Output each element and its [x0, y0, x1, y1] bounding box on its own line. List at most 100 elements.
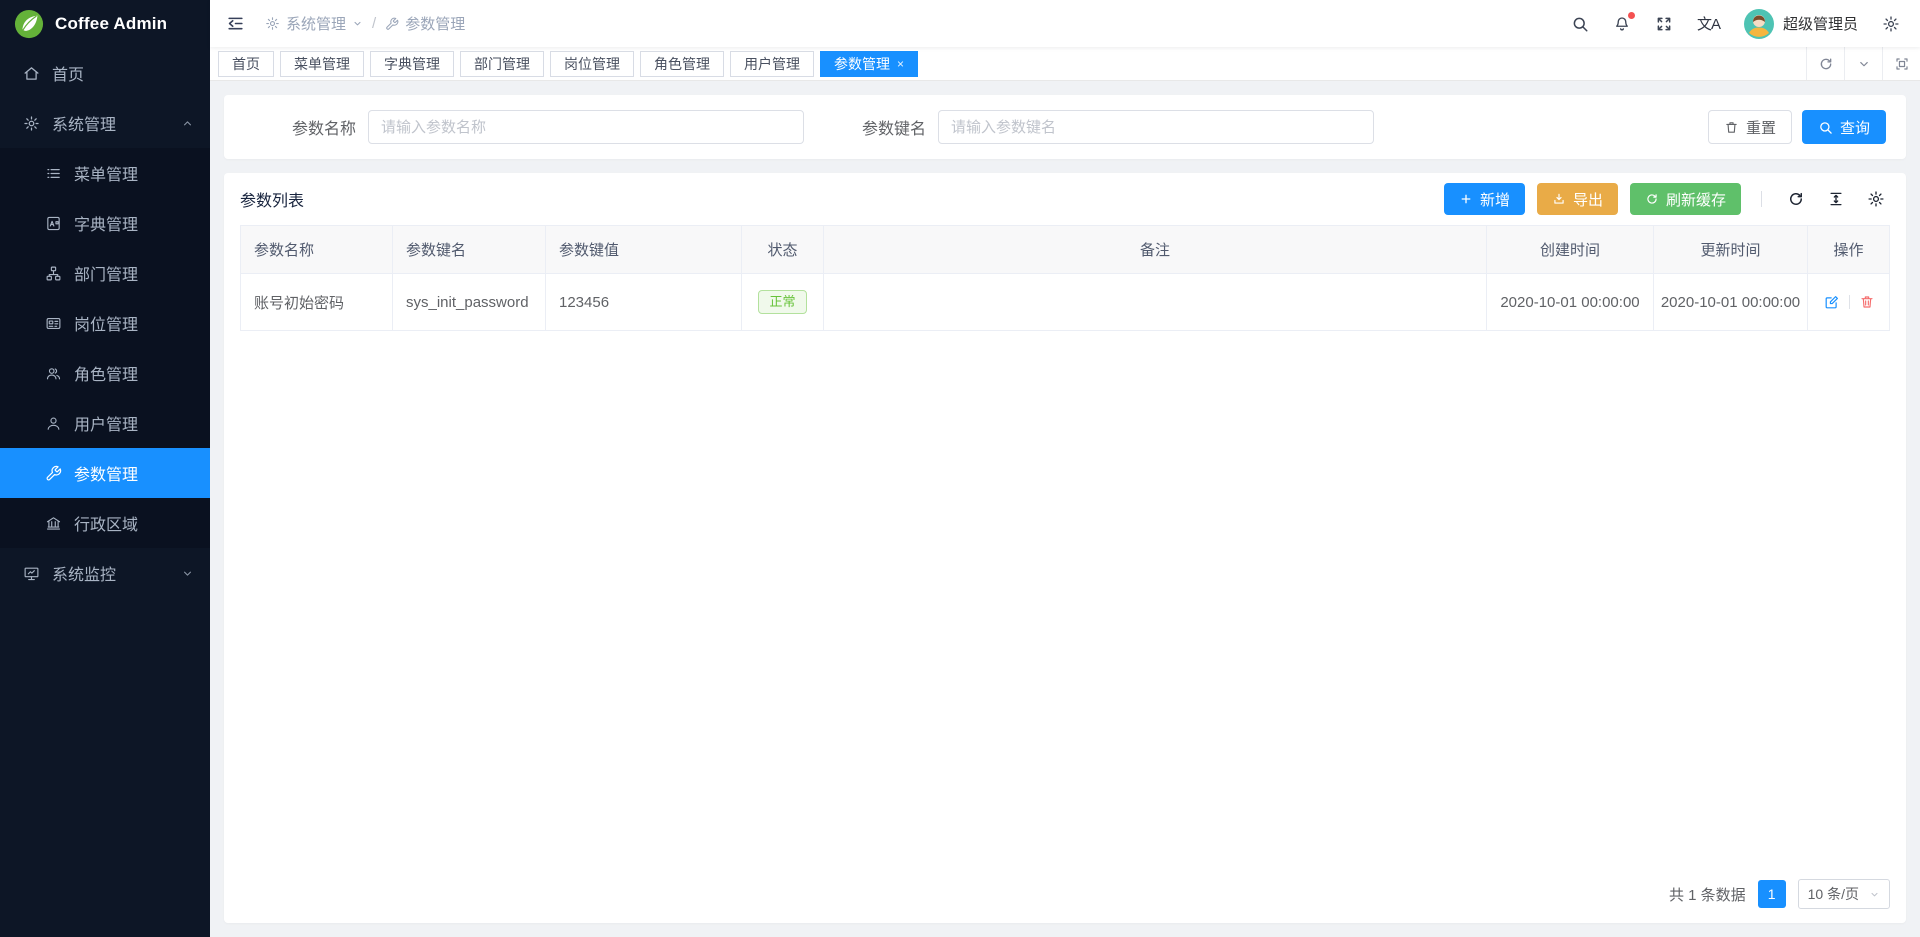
sidebar-item-dept-mgmt[interactable]: 部门管理 — [0, 248, 210, 298]
list-icon — [44, 165, 62, 182]
sidebar-item-role-mgmt[interactable]: 角色管理 — [0, 348, 210, 398]
col-created-at: 创建时间 — [1487, 226, 1654, 274]
filter-panel: 参数名称 参数键名 重置 查询 — [224, 95, 1906, 159]
sidebar-item-admin-region[interactable]: 行政区域 — [0, 498, 210, 548]
wrench-icon — [44, 465, 62, 482]
add-label: 新增 — [1480, 189, 1510, 210]
sidebar-item-dict-mgmt[interactable]: 字典管理 — [0, 198, 210, 248]
tab-post-mgmt[interactable]: 岗位管理 — [550, 51, 634, 77]
tab-user-mgmt[interactable]: 用户管理 — [730, 51, 814, 77]
tab-label: 首页 — [232, 54, 260, 74]
close-icon[interactable]: × — [897, 58, 904, 70]
sidebar-item-user-mgmt[interactable]: 用户管理 — [0, 398, 210, 448]
tab-label: 字典管理 — [384, 54, 440, 74]
username: 超级管理员 — [1783, 13, 1858, 34]
param-key-input[interactable] — [938, 110, 1374, 144]
bank-icon — [44, 515, 62, 532]
edit-icon[interactable] — [1823, 294, 1840, 311]
cell-param-key: sys_init_password — [393, 274, 546, 331]
col-param-name: 参数名称 — [241, 226, 393, 274]
delete-trash-icon[interactable] — [1859, 294, 1875, 310]
filter-param-key: 参数键名 — [862, 110, 1374, 144]
refresh-table-icon[interactable] — [1787, 190, 1805, 208]
chevron-up-icon — [181, 117, 194, 130]
sidebar-item-label: 岗位管理 — [74, 311, 138, 335]
breadcrumb-system-mgmt[interactable]: 系统管理 — [265, 13, 363, 34]
cell-param-value: 123456 — [546, 274, 742, 331]
page-number-button[interactable]: 1 — [1758, 880, 1786, 908]
org-chart-icon — [44, 265, 62, 282]
user-menu[interactable]: 超级管理员 — [1744, 9, 1858, 39]
fullscreen-icon[interactable] — [1655, 15, 1673, 33]
tab-param-mgmt[interactable]: 参数管理 × — [820, 51, 918, 77]
reset-button[interactable]: 重置 — [1708, 110, 1792, 144]
monitor-icon — [22, 565, 40, 582]
breadcrumb-label: 参数管理 — [405, 13, 465, 34]
top-header: 系统管理 / 参数管理 文A 超级管理员 — [210, 0, 1920, 47]
gear-icon — [265, 16, 280, 31]
col-updated-at: 更新时间 — [1654, 226, 1808, 274]
tab-home[interactable]: 首页 — [218, 51, 274, 77]
sidebar-item-post-mgmt[interactable]: 岗位管理 — [0, 298, 210, 348]
table-row: 账号初始密码 sys_init_password 123456 正常 2020-… — [241, 274, 1890, 331]
tabbar-controls — [1806, 47, 1920, 80]
sidebar-item-label: 系统监控 — [52, 561, 116, 585]
export-button[interactable]: 导出 — [1537, 183, 1618, 215]
export-label: 导出 — [1573, 189, 1603, 210]
param-key-label: 参数键名 — [862, 115, 926, 139]
page-size-value: 10 条/页 — [1808, 884, 1859, 904]
sidebar-item-label: 首页 — [52, 61, 84, 85]
search-button[interactable]: 查询 — [1802, 110, 1886, 144]
search-icon — [1818, 120, 1833, 135]
sidebar-item-label: 参数管理 — [74, 461, 138, 485]
sidebar-item-label: 行政区域 — [74, 511, 138, 535]
bell-icon[interactable] — [1613, 15, 1631, 33]
panel-header: 参数列表 新增 导出 刷新缓存 — [240, 173, 1890, 225]
column-settings-gear-icon[interactable] — [1867, 190, 1885, 208]
sidebar: Coffee Admin 首页 系统管理 菜单管理 字典管理 部门管理 岗位管理 — [0, 0, 210, 937]
app-logo[interactable]: Coffee Admin — [0, 0, 210, 48]
row-density-icon[interactable] — [1827, 190, 1845, 208]
sidebar-item-label: 菜单管理 — [74, 161, 138, 185]
sidebar-item-home[interactable]: 首页 — [0, 48, 210, 98]
tab-role-mgmt[interactable]: 角色管理 — [640, 51, 724, 77]
refresh-icon[interactable] — [1806, 47, 1844, 80]
sidebar-item-system-mgmt[interactable]: 系统管理 — [0, 98, 210, 148]
col-remark: 备注 — [824, 226, 1487, 274]
param-name-input[interactable] — [368, 110, 804, 144]
actions-divider — [1849, 295, 1850, 309]
tab-menu-mgmt[interactable]: 菜单管理 — [280, 51, 364, 77]
breadcrumb-param-mgmt[interactable]: 参数管理 — [385, 13, 465, 34]
refresh-cache-button[interactable]: 刷新缓存 — [1630, 183, 1741, 215]
trash-icon — [1724, 120, 1739, 135]
cell-param-name: 账号初始密码 — [241, 274, 393, 331]
pagination-total: 共 1 条数据 — [1669, 884, 1746, 905]
chevron-down-icon[interactable] — [1844, 47, 1882, 80]
chevron-down-icon — [1869, 889, 1880, 900]
sidebar-item-param-mgmt[interactable]: 参数管理 — [0, 448, 210, 498]
sidebar-item-system-monitor[interactable]: 系统监控 — [0, 548, 210, 598]
maximize-icon[interactable] — [1882, 47, 1920, 80]
download-icon — [1552, 192, 1566, 206]
translate-icon[interactable]: 文A — [1697, 13, 1720, 34]
sidebar-collapse-icon[interactable] — [226, 14, 245, 33]
search-icon[interactable] — [1571, 15, 1589, 33]
sidebar-item-menu-mgmt[interactable]: 菜单管理 — [0, 148, 210, 198]
tab-dict-mgmt[interactable]: 字典管理 — [370, 51, 454, 77]
tab-dept-mgmt[interactable]: 部门管理 — [460, 51, 544, 77]
sidebar-item-label: 系统管理 — [52, 111, 116, 135]
col-param-key: 参数键名 — [393, 226, 546, 274]
user-icon — [44, 415, 62, 432]
sidebar-item-label: 用户管理 — [74, 411, 138, 435]
page-size-select[interactable]: 10 条/页 — [1798, 879, 1890, 909]
notification-dot — [1628, 12, 1635, 19]
tab-label: 岗位管理 — [564, 54, 620, 74]
tabs-bar: 首页 菜单管理 字典管理 部门管理 岗位管理 角色管理 用户管理 参数管理 × — [210, 47, 1920, 81]
sidebar-menu: 首页 系统管理 菜单管理 字典管理 部门管理 岗位管理 角色管理 — [0, 48, 210, 598]
add-button[interactable]: 新增 — [1444, 183, 1525, 215]
col-param-value: 参数键值 — [546, 226, 742, 274]
reset-label: 重置 — [1746, 117, 1776, 138]
col-actions: 操作 — [1808, 226, 1890, 274]
tab-label: 菜单管理 — [294, 54, 350, 74]
settings-gear-icon[interactable] — [1882, 15, 1900, 33]
